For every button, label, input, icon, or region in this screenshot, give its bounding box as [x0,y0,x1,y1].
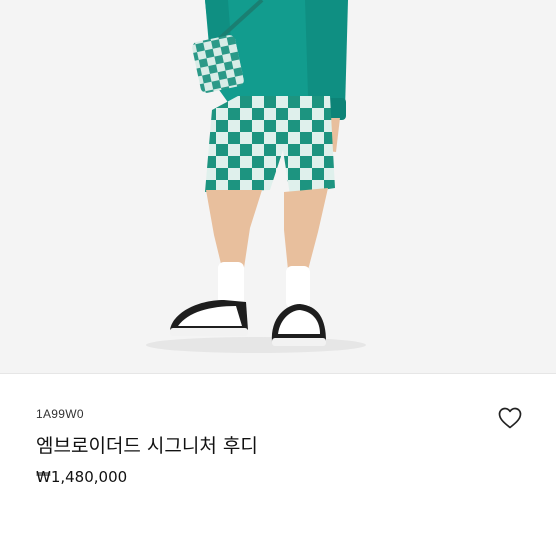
product-sku: 1A99W0 [36,407,84,421]
model-illustration [0,0,556,373]
wishlist-button[interactable] [496,404,524,432]
product-price: ₩1,480,000 [36,468,128,486]
product-name: 엠브로이더드 시그니처 후디 [36,435,258,457]
heart-outline-icon [498,407,522,429]
product-image [0,0,556,373]
divider [0,373,556,374]
